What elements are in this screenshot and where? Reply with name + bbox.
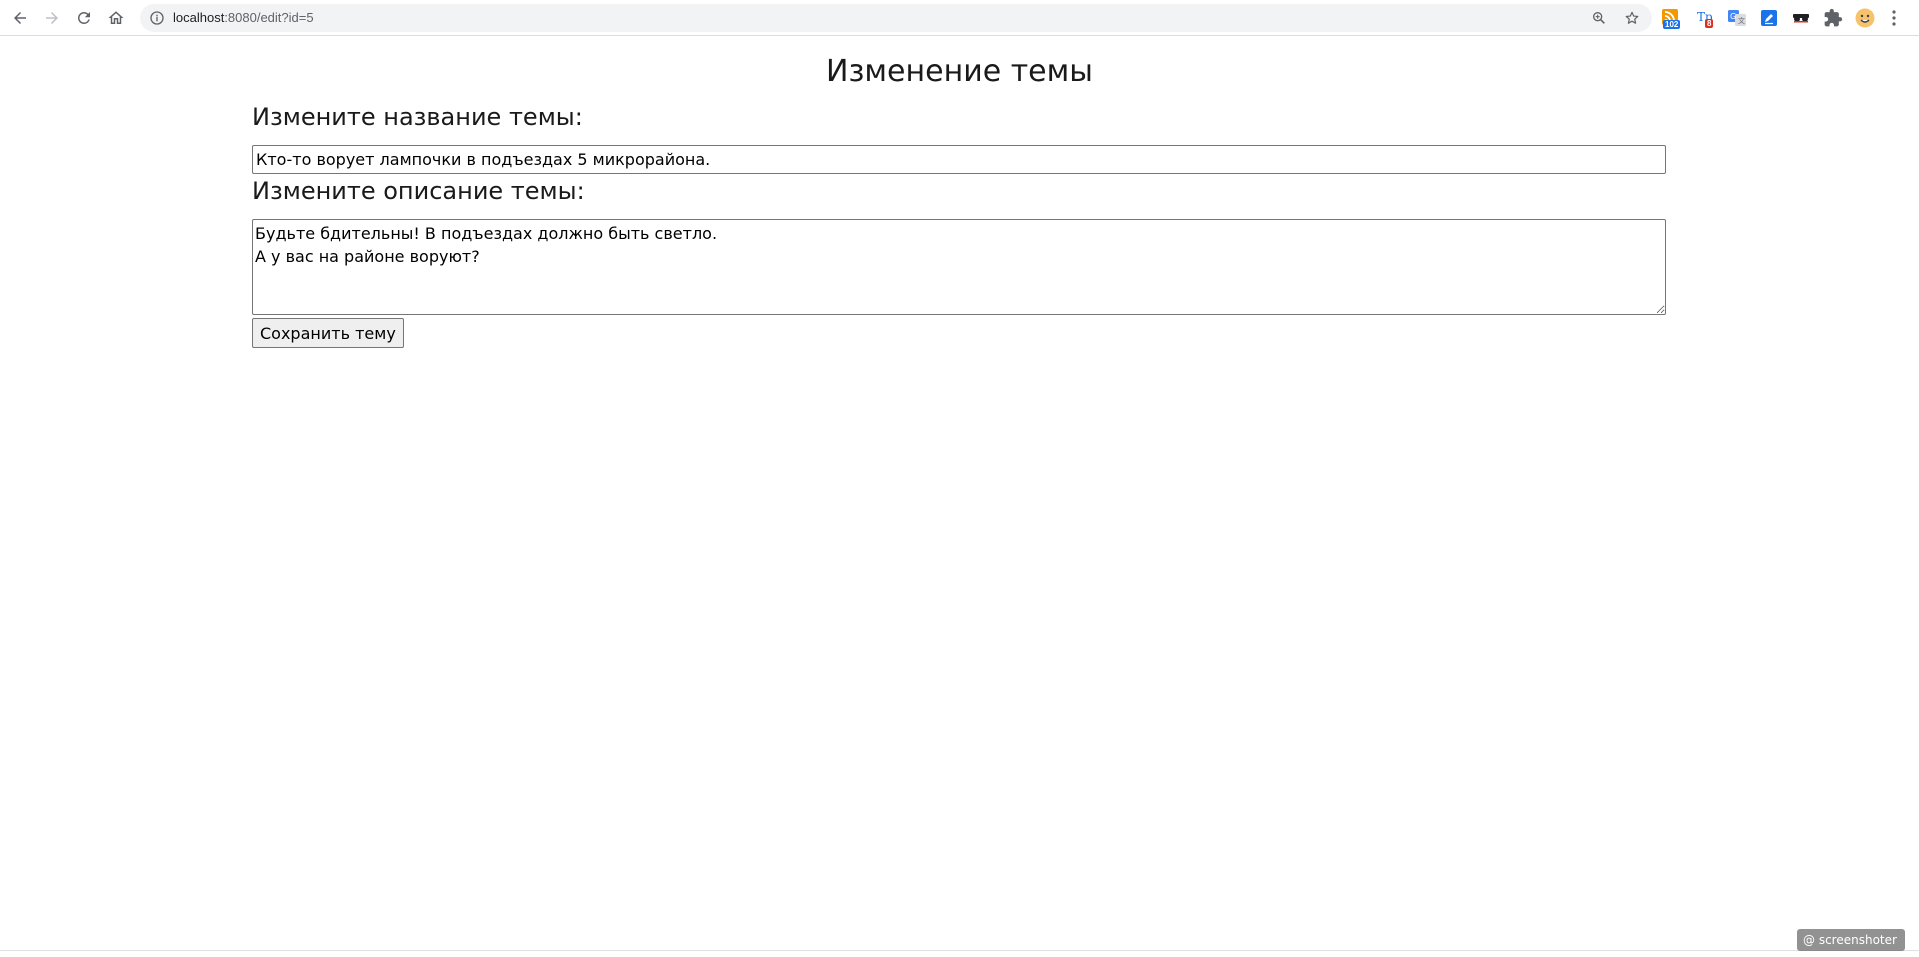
description-label: Измените описание темы: xyxy=(252,177,585,205)
google-translate-icon[interactable]: G 文 xyxy=(1727,8,1747,28)
rss-badge: 102 xyxy=(1663,20,1681,29)
reload-icon xyxy=(78,11,90,24)
page-title: Изменение темы xyxy=(826,54,1093,89)
svg-text:G: G xyxy=(1730,12,1736,21)
name-label: Измените название темы: xyxy=(252,103,583,131)
svg-text:文: 文 xyxy=(1738,16,1745,25)
url-text[interactable]: localhost:8080/edit?id=5 xyxy=(173,10,314,26)
forward-button[interactable] xyxy=(38,4,66,32)
url-host: localhost xyxy=(173,10,225,25)
back-arrow-icon xyxy=(14,12,26,24)
browser-toolbar: localhost:8080/edit?id=5 102 Tp 8 G 文 xyxy=(0,0,1919,36)
topic-name-input[interactable] xyxy=(252,145,1666,174)
translator-icon[interactable]: Tp 8 xyxy=(1696,8,1716,28)
topic-description-textarea[interactable]: Будьте бдительны! В подъездах должно быт… xyxy=(252,219,1666,315)
screenshoter-watermark: @ screenshoter xyxy=(1797,929,1905,951)
reload-button[interactable] xyxy=(70,4,98,32)
back-button[interactable] xyxy=(6,4,34,32)
forward-arrow-icon xyxy=(46,12,58,24)
zoom-icon[interactable] xyxy=(1591,10,1607,26)
address-bar[interactable]: localhost:8080/edit?id=5 xyxy=(140,4,1652,32)
kebab-menu-icon[interactable] xyxy=(1887,8,1901,28)
bookmark-star-icon[interactable] xyxy=(1624,10,1640,26)
url-path: :8080/edit?id=5 xyxy=(224,10,314,25)
info-icon[interactable] xyxy=(149,10,165,26)
home-icon xyxy=(108,11,124,24)
edit-extension-icon[interactable] xyxy=(1759,8,1779,28)
puzzle-extensions-icon[interactable] xyxy=(1823,8,1843,28)
home-button[interactable] xyxy=(102,4,130,32)
incognito-glasses-icon[interactable] xyxy=(1791,8,1811,28)
rss-feed-icon[interactable]: 102 xyxy=(1661,8,1681,29)
save-topic-button[interactable]: Сохранить тему xyxy=(252,318,404,348)
profile-avatar-icon[interactable] xyxy=(1855,8,1875,28)
bottom-divider xyxy=(0,950,1919,951)
translator-badge: 8 xyxy=(1705,19,1714,28)
page-content: Изменение темы Измените название темы: И… xyxy=(0,37,1919,947)
